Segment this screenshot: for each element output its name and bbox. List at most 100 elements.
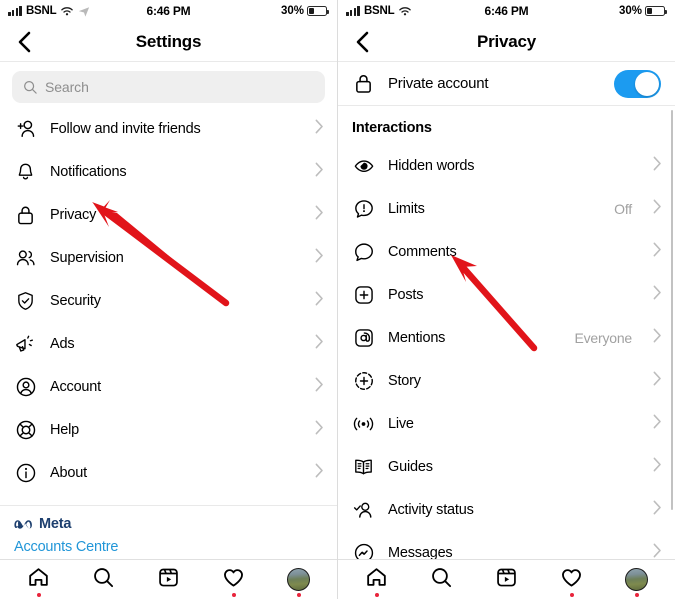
section-title-interactions: Interactions — [352, 120, 432, 136]
tab-home[interactable] — [17, 563, 61, 597]
list-item-posts[interactable]: Posts — [338, 273, 675, 316]
status-bar-right: BSNL 6:46 PM 30% — [338, 0, 675, 22]
tab-heart[interactable] — [212, 563, 256, 597]
settings-list: Follow and invite friends Notifications Pr… — [0, 107, 337, 494]
search-container: Search — [0, 62, 337, 107]
activity-status-icon — [352, 498, 375, 521]
tab-profile[interactable] — [277, 563, 321, 597]
limits-icon — [352, 197, 375, 220]
private-account-label: Private account — [388, 75, 489, 92]
tab-search[interactable] — [420, 563, 464, 597]
chevron-right-icon — [315, 377, 323, 391]
battery-icon — [645, 6, 667, 16]
back-button-settings[interactable] — [9, 22, 39, 61]
chevron-right-icon — [315, 205, 325, 225]
list-item-security[interactable]: Security — [0, 279, 337, 322]
list-item-hidden-words[interactable]: Hidden words — [338, 144, 675, 187]
meta-infinity-icon — [14, 519, 32, 529]
list-item-label: Story — [388, 372, 421, 389]
list-item-limits[interactable]: Limits Off — [338, 187, 675, 230]
list-item-messages[interactable]: Messages — [338, 531, 675, 559]
list-item-label: Limits — [388, 200, 425, 217]
shield-check-icon — [14, 289, 37, 312]
settings-body: Search Follow and invite friends Notifica… — [0, 62, 337, 505]
chevron-right-icon — [315, 334, 323, 348]
search-icon — [430, 566, 453, 594]
search-icon — [92, 566, 115, 594]
chevron-right-icon — [653, 414, 661, 428]
search-input[interactable]: Search — [12, 71, 325, 103]
live-broadcast-icon — [352, 412, 375, 435]
comment-bubble-icon — [352, 240, 375, 263]
notification-dot — [569, 592, 574, 597]
chevron-right-icon — [653, 328, 663, 348]
tab-reels[interactable] — [485, 563, 529, 597]
chevron-right-icon — [315, 420, 323, 434]
list-item-live[interactable]: Live — [338, 402, 675, 445]
messenger-icon — [352, 541, 375, 559]
meta-footer: Meta Accounts Centre — [0, 505, 337, 559]
list-item-privacy[interactable]: Privacy — [0, 193, 337, 236]
list-item-value: Everyone — [574, 329, 632, 346]
list-item-account[interactable]: Account — [0, 365, 337, 408]
settings-navbar: Settings — [0, 22, 337, 62]
private-account-toggle[interactable] — [614, 69, 661, 98]
list-item-label: Live — [388, 415, 414, 432]
notification-dot — [231, 592, 236, 597]
list-item-ads[interactable]: Ads — [0, 322, 337, 365]
private-account-row[interactable]: Private account — [338, 62, 675, 106]
list-item-about[interactable]: About — [0, 451, 337, 494]
meta-label: Meta — [39, 516, 72, 532]
list-item-follow-and-invite-friends[interactable]: Follow and invite friends — [0, 107, 337, 150]
tab-reels[interactable] — [147, 563, 191, 597]
notification-dot — [374, 592, 379, 597]
list-item-story[interactable]: Story — [338, 359, 675, 402]
chevron-right-icon — [315, 291, 325, 311]
list-item-label: Guides — [388, 458, 433, 475]
list-item-activity-status[interactable]: Activity status — [338, 488, 675, 531]
lock-icon — [352, 72, 375, 95]
bell-icon — [14, 160, 37, 183]
dual-screenshot-container: BSNL 6:46 PM 30% Settings Search Follow … — [0, 0, 675, 599]
chevron-right-icon — [315, 248, 325, 268]
heart-icon — [560, 566, 583, 594]
chevron-right-icon — [653, 156, 663, 176]
chevron-right-icon — [653, 414, 663, 434]
bottom-tabbar-left — [0, 559, 337, 599]
meta-brand-line: Meta — [14, 516, 323, 532]
battery-percent-label: 30% — [618, 5, 642, 17]
list-item-label: Supervision — [50, 249, 124, 266]
list-item-label: About — [50, 464, 87, 481]
list-item-notifications[interactable]: Notifications — [0, 150, 337, 193]
accounts-centre-link[interactable]: Accounts Centre — [14, 539, 323, 555]
chevron-right-icon — [653, 285, 663, 305]
lifebuoy-icon — [14, 418, 37, 441]
notification-dot — [634, 592, 639, 597]
people-icon — [14, 246, 37, 269]
reels-icon — [495, 566, 518, 594]
page-title-settings: Settings — [135, 31, 202, 51]
list-item-help[interactable]: Help — [0, 408, 337, 451]
tab-profile[interactable] — [615, 563, 659, 597]
reels-icon — [157, 566, 180, 594]
back-button-privacy[interactable] — [347, 22, 377, 61]
list-item-value: Off — [614, 200, 632, 217]
tab-heart[interactable] — [550, 563, 594, 597]
list-item-label: Ads — [50, 335, 75, 352]
list-item-label: Hidden words — [388, 157, 475, 174]
page-title-privacy: Privacy — [476, 31, 537, 51]
chevron-right-icon — [653, 242, 661, 256]
chevron-right-icon — [315, 119, 325, 139]
tab-home[interactable] — [355, 563, 399, 597]
list-item-label: Activity status — [388, 501, 474, 518]
plus-square-icon — [352, 283, 375, 306]
list-item-guides[interactable]: Guides — [338, 445, 675, 488]
list-item-mentions[interactable]: Mentions Everyone — [338, 316, 675, 359]
chevron-right-icon — [653, 199, 663, 219]
vertical-scrollbar[interactable] — [670, 110, 673, 510]
list-item-comments[interactable]: Comments — [338, 230, 675, 273]
chevron-right-icon — [315, 334, 325, 354]
tab-search[interactable] — [82, 563, 126, 597]
list-item-supervision[interactable]: Supervision — [0, 236, 337, 279]
list-item-label: Messages — [388, 544, 453, 560]
